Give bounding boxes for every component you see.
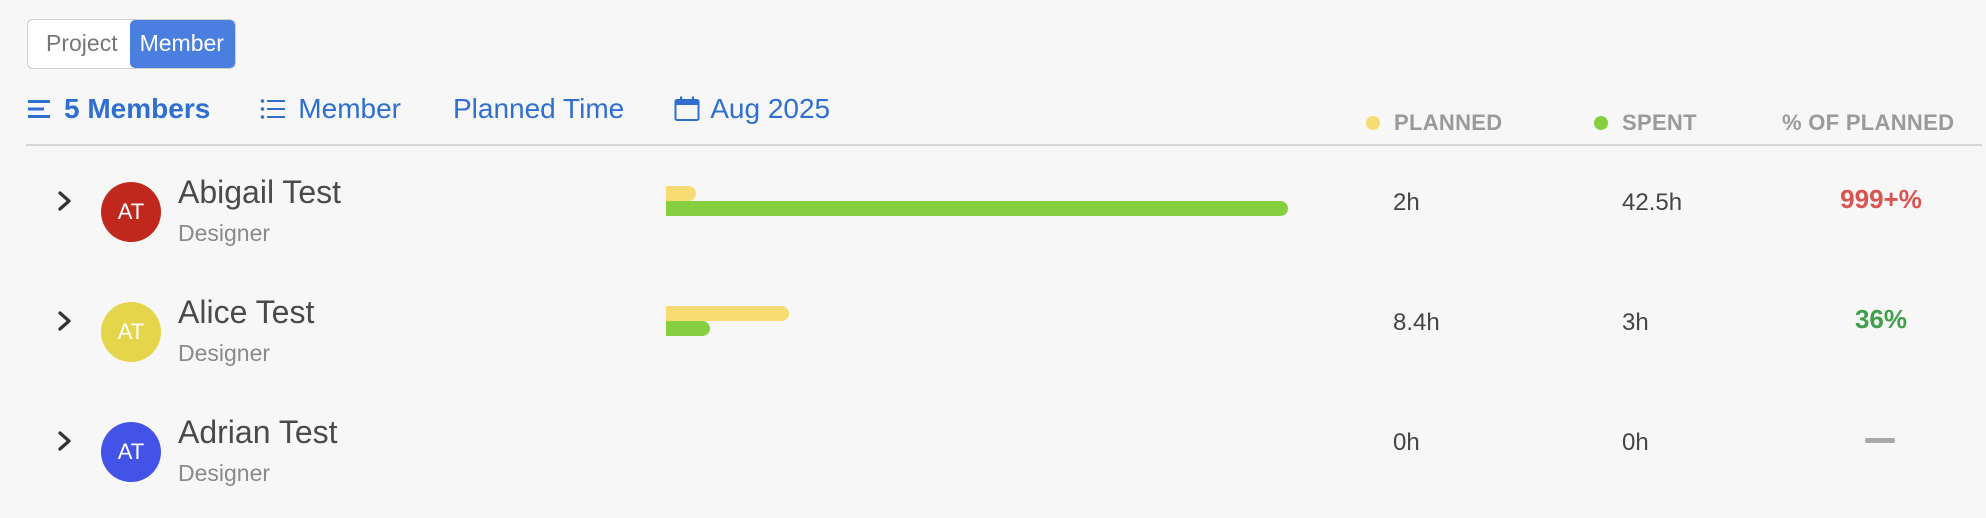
spent-hours: 42.5h <box>1622 189 1683 216</box>
group-by-button[interactable]: Member <box>260 93 401 125</box>
group-by-label: Member <box>298 93 401 124</box>
legend-planned: PLANNED <box>1366 110 1502 136</box>
legend-spent-label: SPENT <box>1622 110 1697 135</box>
calendar-icon <box>674 96 700 122</box>
member-row[interactable]: AT Adrian Test Designer 0h 0h <box>0 380 1986 500</box>
spent-dot-icon <box>1594 116 1608 130</box>
members-count-label: 5 Members <box>64 93 211 124</box>
member-role: Designer <box>178 220 271 246</box>
planned-hours: 0h <box>1393 429 1420 456</box>
percent-of-planned: 36% <box>1854 304 1908 334</box>
metric-button[interactable]: Planned Time <box>453 93 624 125</box>
metric-label: Planned Time <box>453 93 625 124</box>
member-name: Alice Test <box>178 294 315 330</box>
planned-hours: 2h <box>1393 189 1420 216</box>
spent-bar <box>666 201 1288 216</box>
avatar: AT <box>101 422 161 482</box>
planned-bar <box>666 306 789 321</box>
toolbar: 5 Members Member Planned Time Aug 2025 <box>28 88 830 130</box>
date-label: Aug 2025 <box>710 93 831 124</box>
list-align-icon <box>28 99 52 119</box>
legend-spent: SPENT <box>1594 110 1697 136</box>
planned-dot-icon <box>1366 116 1380 130</box>
planned-bar <box>666 186 696 201</box>
member-row[interactable]: AT Abigail Test Designer 2h 42.5h 999+% <box>0 140 1986 260</box>
spent-hours: 3h <box>1622 309 1649 336</box>
avatar: AT <box>101 182 161 242</box>
member-name: Adrian Test <box>178 414 338 450</box>
legend-percent-label: % OF PLANNED <box>1782 110 1955 135</box>
planned-hours: 8.4h <box>1393 309 1440 336</box>
member-row[interactable]: AT Alice Test Designer 8.4h 3h 36% <box>0 260 1986 380</box>
percent-of-planned: 999+% <box>1840 184 1922 214</box>
no-percent-dash <box>1865 438 1895 443</box>
legend-percent: % OF PLANNED <box>1782 110 1954 136</box>
chevron-right-icon[interactable] <box>54 430 76 452</box>
legend-planned-label: PLANNED <box>1394 110 1503 135</box>
view-toggle: Project Member <box>27 19 236 69</box>
member-name: Abigail Test <box>178 174 342 210</box>
chevron-right-icon[interactable] <box>54 190 76 212</box>
spent-bar <box>666 321 710 336</box>
member-role: Designer <box>178 340 271 366</box>
bulleted-list-icon <box>260 98 286 120</box>
project-toggle-button[interactable]: Project <box>28 20 130 68</box>
member-role: Designer <box>178 460 271 486</box>
members-filter-button[interactable]: 5 Members <box>28 93 210 125</box>
member-toggle-button[interactable]: Member <box>129 20 235 68</box>
date-picker-button[interactable]: Aug 2025 <box>674 93 830 125</box>
avatar: AT <box>101 302 161 362</box>
spent-hours: 0h <box>1622 429 1649 456</box>
chevron-right-icon[interactable] <box>54 310 76 332</box>
